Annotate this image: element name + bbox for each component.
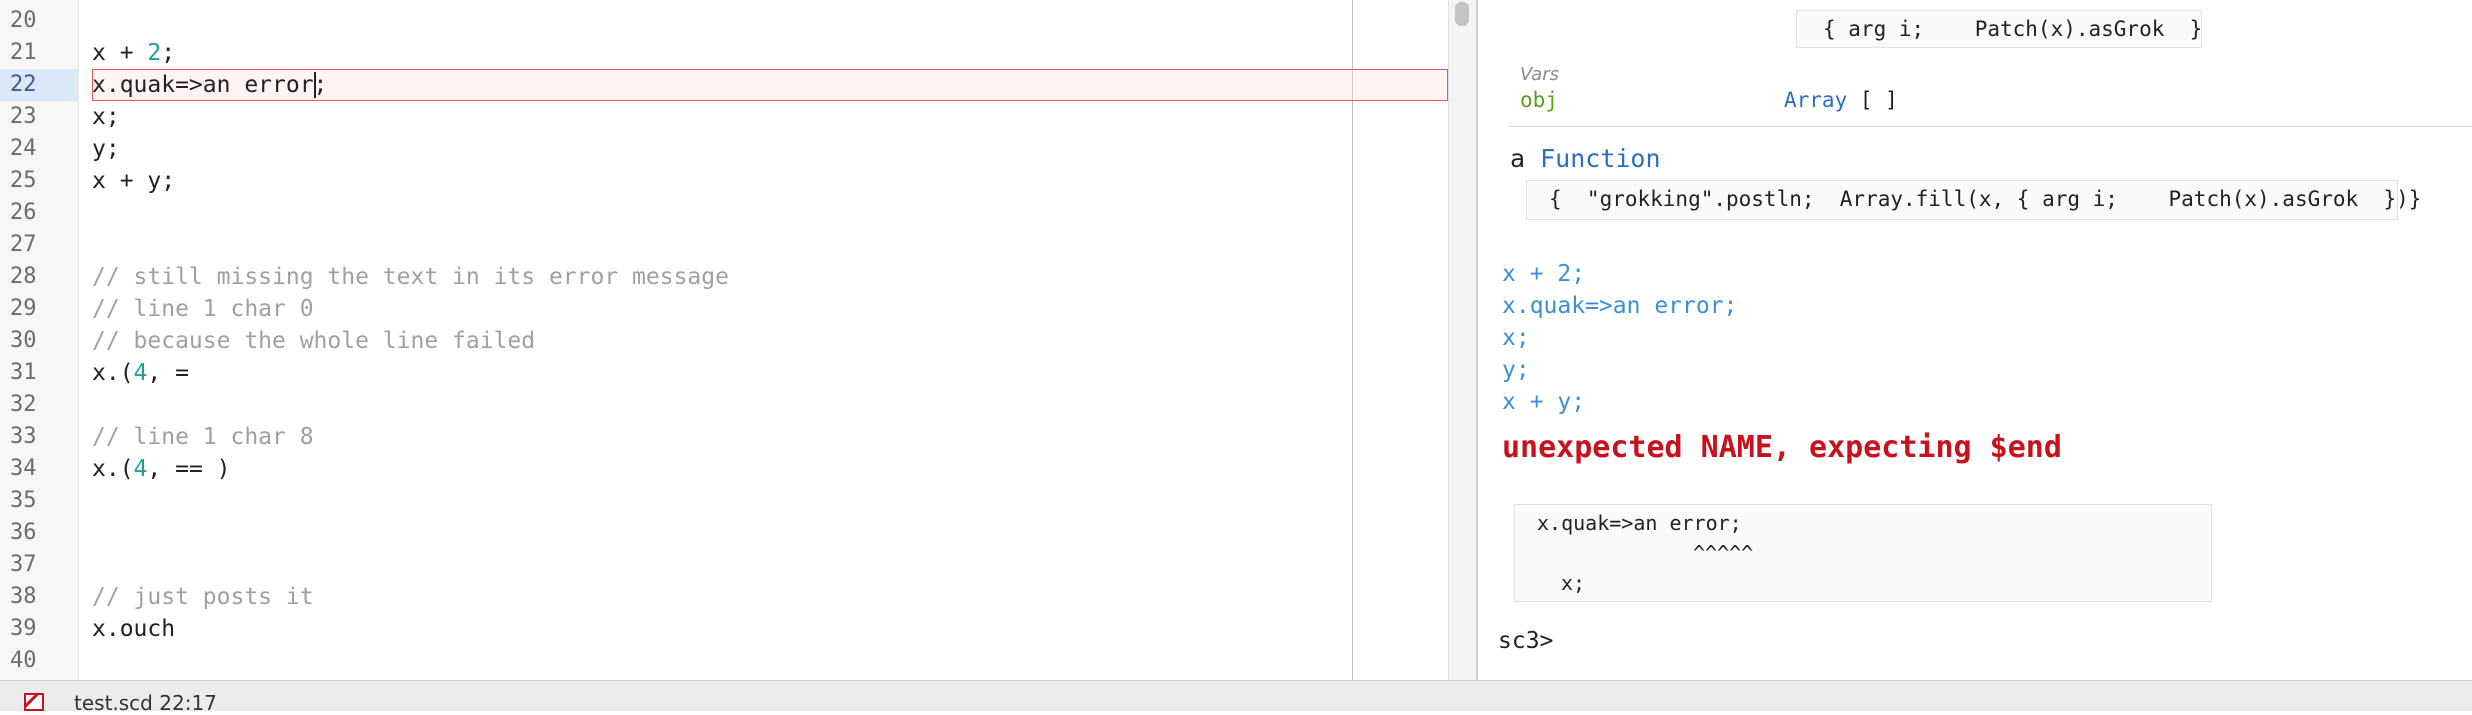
var-name: obj [1520,88,1558,112]
echo-line: y; [1502,357,1530,383]
code-line[interactable]: y; [92,133,1432,165]
document-modified-icon [24,693,44,711]
line-number[interactable]: 35 [0,485,78,517]
code-token: x.( [92,360,134,386]
code-line[interactable] [92,389,1432,421]
status-bar: test.scd 22:17 [0,680,2472,715]
line-numbers: 20 21 22 23 24 25 26 27 28 29 30 31 32 33 34 35 36 37 38 39… [0,5,78,677]
number-literal: 4 [133,456,148,482]
line-number[interactable]: 36 [0,517,78,549]
echoed-code: x + 2; x.quak=>an error; x; y; x + y; [1502,258,1737,418]
code-snippet: { arg i; Patch(x).asGrok } [1796,10,2202,48]
var-value-rest: [ ] [1847,88,1898,112]
line-number[interactable]: 33 [0,421,78,453]
function-prefix: a [1510,144,1541,173]
code-line[interactable] [92,5,1432,37]
document-status: test.scd 22:17 [74,691,217,715]
code-token: x + [92,40,148,66]
document-name: test.scd [74,691,153,715]
number-literal: 4 [133,360,148,386]
line-number[interactable]: 32 [0,389,78,421]
vars-heading: Vars [1520,64,1559,85]
divider [1508,126,2472,127]
code-token: x.( [92,456,134,482]
code-line[interactable] [92,645,1432,677]
code-token: ; [161,40,176,66]
line-number[interactable]: 21 [0,37,78,69]
code-line[interactable] [92,549,1432,581]
line-number[interactable]: 22 [0,69,78,101]
code-line[interactable]: x.ouch [92,613,1432,645]
text-caret [314,72,317,98]
line-number[interactable]: 29 [0,293,78,325]
code-line[interactable]: x.(4, = [92,357,1432,389]
error-context-next: x; [1561,571,1586,595]
code-line[interactable]: x + y; [92,165,1432,197]
code-comment-line[interactable]: // line 1 char 0 [92,293,1432,325]
line-number[interactable]: 39 [0,613,78,645]
code-comment-line[interactable]: // still missing the text in its error m… [92,261,1432,293]
code-editor[interactable]: 20 21 22 23 24 25 26 27 28 29 30 31 32 33 34 35 36 37 38 39… [0,0,1448,680]
number-literal: 2 [147,40,162,66]
cursor-position: 22:17 [159,691,217,715]
line-number[interactable]: 20 [0,5,78,37]
post-window[interactable]: { arg i; Patch(x).asGrok } Vars obj Arra… [1478,0,2472,680]
line-number[interactable]: 24 [0,133,78,165]
code-comment-line[interactable]: // just posts it [92,581,1432,613]
code-line[interactable]: x.(4, == ) [92,453,1432,485]
line-number[interactable]: 34 [0,453,78,485]
line-number-gutter: 20 21 22 23 24 25 26 27 28 29 30 31 32 33 34 35 36 37 38 39… [0,0,79,680]
code-token: , == ) [147,456,231,482]
line-number[interactable]: 37 [0,549,78,581]
editor-scrollbar-thumb[interactable] [1455,2,1469,26]
echo-line: x + y; [1502,389,1586,415]
code-comment-line[interactable]: // line 1 char 8 [92,421,1432,453]
code-line[interactable] [92,229,1432,261]
function-heading: a Function [1510,144,1661,173]
code-line[interactable]: x.quak=>an error; [92,69,1432,101]
code-line[interactable] [92,517,1432,549]
editor-scrollbar[interactable] [1448,0,1477,680]
error-message: unexpected NAME, expecting $end [1502,430,2062,465]
code-comment-line[interactable]: // because the whole line failed [92,325,1432,357]
echo-line: x; [1502,325,1530,351]
error-context-marker: ^^^^^ [1693,541,1754,565]
interpreter-prompt[interactable]: sc3> [1498,628,1553,654]
code-line[interactable] [92,485,1432,517]
code-line[interactable]: x; [92,101,1432,133]
error-context-line: x.quak=>an error; [1537,511,1742,535]
var-value-class[interactable]: Array [1784,88,1847,112]
line-number[interactable]: 31 [0,357,78,389]
echo-line: x.quak=>an error; [1502,293,1738,319]
line-number[interactable]: 25 [0,165,78,197]
line-number[interactable]: 28 [0,261,78,293]
error-context-box: x.quak=>an error; ^^^^^ x; [1514,504,2212,602]
line-number[interactable]: 30 [0,325,78,357]
line-number[interactable]: 40 [0,645,78,677]
function-code: { "grokking".postln; Array.fill(x, { arg… [1526,180,2421,220]
code-token: , = [147,360,189,386]
line-number[interactable]: 26 [0,197,78,229]
var-value: Array [ ] [1784,88,1898,112]
function-class-link[interactable]: Function [1540,144,1660,173]
code-lines[interactable]: x + 2; x.quak=>an error; x; y; x + y;// stil… [92,5,1432,677]
code-line[interactable] [92,197,1432,229]
line-number[interactable]: 23 [0,101,78,133]
echo-line: x + 2; [1502,261,1586,287]
line-number[interactable]: 38 [0,581,78,613]
line-number[interactable]: 27 [0,229,78,261]
code-line[interactable]: x + 2; [92,37,1432,69]
